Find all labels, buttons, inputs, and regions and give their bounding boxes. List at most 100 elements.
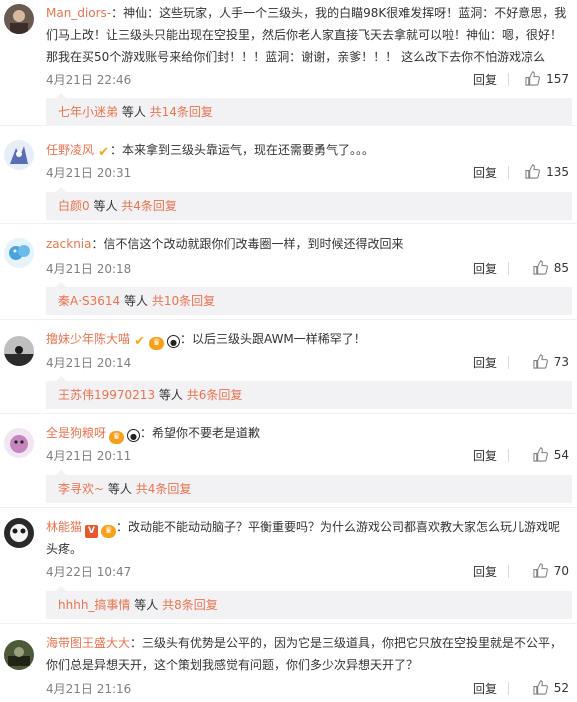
like-button[interactable]: 135: [519, 164, 569, 179]
user-avatar[interactable]: [4, 336, 34, 366]
sub-replies-link[interactable]: 白颜0 等人 共4条回复: [46, 187, 572, 220]
sub-reply-user[interactable]: hhhh_搞事情: [58, 598, 130, 612]
thumbs-up-icon: [525, 71, 540, 86]
username-link[interactable]: Man_diors-: [46, 6, 111, 20]
comment-item: 撸妹少年陈大喵 ✔ ♛ ● ：以后三级头跟AWM一样稀罕了！ 4月21日 20:14 回…: [0, 322, 577, 414]
user-avatar[interactable]: [4, 640, 34, 670]
sub-reply-count[interactable]: 共4条回复: [121, 199, 177, 213]
like-button[interactable]: 157: [519, 71, 569, 86]
reply-button[interactable]: 回复: [473, 164, 497, 181]
divider: [508, 73, 509, 86]
username-link[interactable]: 林能猫: [46, 520, 82, 534]
sub-reply-count[interactable]: 共14条回复: [150, 105, 213, 119]
reply-button[interactable]: 回复: [473, 680, 497, 697]
thumbs-up-icon: [533, 260, 548, 275]
comment-item: 海带图王盛大大：三级头有优势是公平的，因为它是三级道具，你把它只放在空投里就是不…: [0, 626, 577, 702]
sub-reply-user[interactable]: 李寻欢~: [58, 482, 104, 496]
like-button[interactable]: 54: [519, 447, 569, 462]
sub-reply-mid: 等人: [120, 294, 152, 308]
reply-button[interactable]: 回复: [473, 354, 497, 371]
comment-text: 撸妹少年陈大喵 ✔ ♛ ● ：以后三级头跟AWM一样稀罕了！: [46, 328, 572, 350]
comment-line: ：希望你不要老是道歉: [140, 426, 261, 440]
thumbs-up-icon: [533, 447, 548, 462]
sub-reply-user[interactable]: 七年小迷弟: [58, 105, 118, 119]
sub-reply-mid: 等人: [104, 482, 136, 496]
sub-reply-mid: 等人: [130, 598, 163, 612]
comment-item: Man_diors-：神仙：这些玩家，人手一个三级头，我的白瞄98K很难发挥呀！…: [0, 0, 577, 126]
comment-item: 全是狗粮呀 ♛ ● ：希望你不要老是道歉 4月21日 20:11 回复 54 李寻欢~…: [0, 416, 577, 508]
comment-line: ：信不信这个改动就跟你们改毒圈一样，到时候还得改回来: [91, 237, 404, 251]
reply-button[interactable]: 回复: [473, 447, 497, 464]
comment-line: 那我在买50个游戏账号来给你们封！！！蓝洞：谢谢，亲爹！！！ 这么改下去你不怕游…: [46, 50, 546, 64]
user-avatar[interactable]: [4, 140, 34, 170]
comment-line: ：神仙：这些玩家，人手一个三级头，我的白瞄98K很难发挥呀！蓝洞：不好意思，我: [111, 6, 567, 20]
username-link[interactable]: zacknia: [46, 237, 92, 251]
like-button[interactable]: 73: [519, 354, 569, 369]
caret: [56, 376, 66, 381]
sub-reply-count[interactable]: 共8条回复: [162, 598, 218, 612]
comment-meta: 4月21日 20:18 回复 85: [46, 260, 569, 278]
reply-button[interactable]: 回复: [473, 71, 497, 88]
comment-meta: 4月21日 20:14 回复 73: [46, 354, 569, 372]
divider: [508, 565, 509, 578]
thumbs-up-icon: [533, 354, 548, 369]
like-button[interactable]: 85: [519, 260, 569, 275]
comment-meta: 4月21日 22:46 回复 157: [46, 71, 569, 89]
comment-time: 4月21日 21:16: [46, 682, 132, 696]
like-button[interactable]: 52: [519, 680, 569, 695]
sub-reply-user[interactable]: 白颜0: [58, 199, 90, 213]
comment-item: zacknia：信不信这个改动就跟你们改毒圈一样，到时候还得改回来 4月21日 …: [0, 226, 577, 320]
reply-button[interactable]: 回复: [473, 260, 497, 277]
divider: [508, 166, 509, 179]
sub-replies-link[interactable]: hhhh_搞事情 等人 共8条回复: [46, 586, 572, 619]
like-button[interactable]: 70: [519, 563, 569, 578]
like-count: 135: [546, 164, 569, 179]
comment-item: 任野凌风 ✔：本来拿到三级头靠运气，现在还需要勇气了。。。 4月21日 20:31…: [0, 128, 577, 224]
reply-button[interactable]: 回复: [473, 563, 497, 580]
username-link[interactable]: 海带图王盛大大: [46, 636, 130, 650]
sub-reply-user[interactable]: 秦A·S3614: [58, 294, 120, 308]
like-count: 52: [553, 680, 569, 695]
thumbs-up-icon: [533, 680, 548, 695]
comment-time: 4月21日 22:46: [46, 73, 132, 87]
comment-meta: 4月21日 20:31 回复 135: [46, 164, 569, 182]
username-link[interactable]: 撸妹少年陈大喵: [46, 332, 130, 346]
thumbs-up-icon: [533, 563, 548, 578]
comment-time: 4月22日 10:47: [46, 565, 132, 579]
like-count: 73: [553, 354, 569, 369]
divider: [508, 262, 509, 275]
panda-badge-icon: ●: [167, 335, 181, 348]
sub-reply-user[interactable]: 王苏伟19970213: [58, 388, 155, 402]
comment-item: 林能猫 V ♛ ：改动能不能动动脑子？平衡重要吗？为什么游戏公司都喜欢教大家怎么玩儿游…: [0, 510, 577, 624]
user-avatar[interactable]: [4, 4, 34, 34]
sub-replies-link[interactable]: 王苏伟19970213 等人 共6条回复: [46, 376, 572, 409]
username-link[interactable]: 全是狗粮呀: [46, 426, 106, 440]
comment-line: 头疼。: [46, 542, 83, 556]
sub-reply-count[interactable]: 共4条回复: [136, 482, 192, 496]
verified-v-icon: ✔: [134, 334, 145, 349]
comment-meta: 4月22日 10:47 回复 70: [46, 563, 569, 581]
sub-reply-mid: 等人: [155, 388, 187, 402]
caret: [56, 586, 66, 591]
level-badge-icon: ♛: [149, 337, 165, 350]
sub-replies-link[interactable]: 秦A·S3614 等人 共10条回复: [46, 282, 572, 315]
divider: [508, 682, 509, 695]
user-avatar[interactable]: [4, 518, 34, 548]
sub-reply-mid: 等人: [89, 199, 122, 213]
user-avatar[interactable]: [4, 238, 34, 268]
username-link[interactable]: 任野凌风: [46, 143, 94, 157]
comment-text: Man_diors-：神仙：这些玩家，人手一个三级头，我的白瞄98K很难发挥呀！…: [46, 2, 572, 68]
comment-time: 4月21日 20:31: [46, 166, 132, 180]
comment-time: 4月21日 20:18: [46, 262, 132, 276]
sub-replies-link[interactable]: 李寻欢~ 等人 共4条回复: [46, 470, 572, 503]
user-avatar[interactable]: [4, 428, 34, 458]
comment-text: zacknia：信不信这个改动就跟你们改毒圈一样，到时候还得改回来: [46, 233, 572, 255]
comment-text: 全是狗粮呀 ♛ ● ：希望你不要老是道歉: [46, 422, 572, 444]
comment-line: ：三级头有优势是公平的，因为它是三级道具，你把它只放在空投里就是不公平，: [130, 636, 563, 650]
level-badge-icon: ♛: [101, 525, 117, 538]
like-count: 70: [553, 563, 569, 578]
sub-reply-count[interactable]: 共6条回复: [187, 388, 243, 402]
sub-reply-count[interactable]: 共10条回复: [152, 294, 215, 308]
comment-text: 海带图王盛大大：三级头有优势是公平的，因为它是三级道具，你把它只放在空投里就是不…: [46, 632, 572, 676]
sub-replies-link[interactable]: 七年小迷弟 等人 共14条回复: [46, 93, 572, 126]
